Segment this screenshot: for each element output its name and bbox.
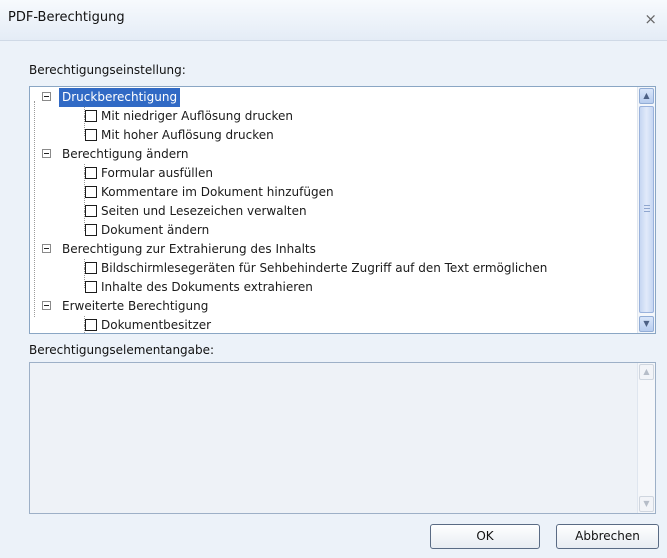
chevron-up-icon: ▲	[639, 364, 654, 380]
checkbox[interactable]	[85, 319, 97, 331]
scrollbar-thumb[interactable]	[639, 106, 654, 313]
checkbox[interactable]	[85, 281, 97, 293]
title-bar: PDF-Berechtigung ×	[0, 0, 667, 41]
tree-group-label[interactable]: Berechtigung ändern	[59, 145, 191, 164]
tree-scrollbar[interactable]: ▲ ▼	[637, 87, 655, 333]
grip-line	[644, 211, 650, 212]
collapse-minus-icon[interactable]	[42, 301, 51, 310]
tree-item-label: Seiten und Lesezeichen verwalten	[101, 204, 307, 218]
checkbox[interactable]	[85, 167, 97, 179]
chevron-up-icon[interactable]: ▲	[639, 88, 654, 104]
tree-item-label: Bildschirmlesegeräten für Sehbehinderte …	[101, 261, 548, 275]
permission-tree[interactable]: Druckberechtigung Mit niedriger Auflösun…	[29, 86, 656, 334]
tree-group-label[interactable]: Erweiterte Berechtigung	[59, 297, 211, 316]
description-box: ▲ ▼	[29, 362, 656, 514]
checkbox[interactable]	[85, 205, 97, 217]
collapse-minus-icon[interactable]	[42, 92, 51, 101]
ok-button[interactable]: OK	[430, 524, 540, 549]
tree-item-label: Mit hoher Auflösung drucken	[101, 128, 274, 142]
checkbox[interactable]	[85, 224, 97, 236]
collapse-minus-icon[interactable]	[42, 244, 51, 253]
settings-label: Berechtigungseinstellung:	[29, 63, 186, 77]
grip-line	[644, 205, 650, 206]
checkbox[interactable]	[85, 186, 97, 198]
close-icon[interactable]: ×	[644, 10, 657, 28]
tree-item-label: Inhalte des Dokuments extrahieren	[101, 280, 313, 294]
grip-line	[644, 208, 650, 209]
description-scrollbar: ▲ ▼	[637, 363, 655, 513]
tree-group-label[interactable]: Berechtigung zur Extrahierung des Inhalt…	[59, 240, 319, 259]
tree-item-label: Kommentare im Dokument hinzufügen	[101, 185, 334, 199]
description-label: Berechtigungselementangabe:	[29, 343, 215, 357]
checkbox[interactable]	[85, 262, 97, 274]
tree-connector	[34, 101, 35, 317]
tree-group-label[interactable]: Druckberechtigung	[59, 88, 181, 107]
tree-item-label: Dokumentbesitzer	[101, 318, 212, 332]
cancel-button[interactable]: Abbrechen	[556, 524, 659, 549]
tree-item-label: Mit niedriger Auflösung drucken	[101, 109, 294, 123]
checkbox[interactable]	[85, 110, 97, 122]
window-title: PDF-Berechtigung	[8, 10, 125, 25]
chevron-down-icon: ▼	[639, 496, 654, 512]
checkbox[interactable]	[85, 129, 97, 141]
chevron-down-icon[interactable]: ▼	[639, 316, 654, 332]
tree-item-label: Formular ausfüllen	[101, 166, 213, 180]
tree-item-label: Dokument ändern	[101, 223, 210, 237]
collapse-minus-icon[interactable]	[42, 149, 51, 158]
